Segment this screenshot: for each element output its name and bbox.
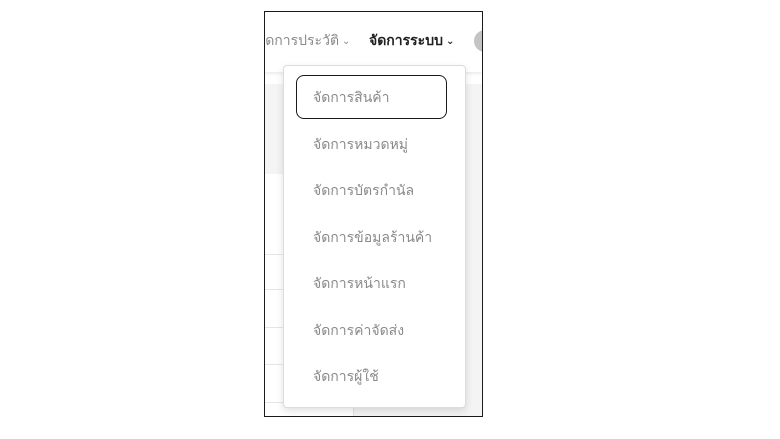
menu-item-label: จัดการบัตรกำนัล (313, 183, 415, 199)
nav-manage-history[interactable]: จัดการประวัติ ⌄ (264, 30, 351, 54)
menu-item-label: จัดการค่าจัดส่ง (313, 323, 405, 339)
nav-manage-history-label: จัดการประวัติ (264, 33, 340, 49)
top-navbar: จัดการประวัติ ⌄ จัดการระบบ ⌄ (265, 12, 482, 72)
menu-item-manage-shipping[interactable]: จัดการค่าจัดส่ง (296, 308, 447, 352)
menu-item-manage-vouchers[interactable]: จัดการบัตรกำนัล (296, 168, 447, 212)
menu-item-label: จัดการผู้ใช้ (313, 369, 379, 385)
menu-item-manage-users[interactable]: จัดการผู้ใช้ (296, 354, 447, 398)
menu-item-label: จัดการหน้าแรก (313, 276, 406, 292)
nav-manage-system[interactable]: จัดการระบบ ⌄ (369, 30, 454, 54)
menu-item-manage-homepage[interactable]: จัดการหน้าแรก (296, 261, 447, 305)
menu-item-label: จัดการสินค้า (313, 90, 390, 106)
system-dropdown-menu: จัดการสินค้า จัดการหมวดหมู่ จัดการบัตรกำ… (283, 65, 466, 408)
menu-item-manage-store-info[interactable]: จัดการข้อมูลร้านค้า (296, 215, 447, 259)
menu-item-manage-products[interactable]: จัดการสินค้า (296, 75, 447, 119)
chevron-down-icon: ⌄ (342, 36, 351, 47)
chevron-down-icon: ⌄ (445, 36, 455, 47)
menu-item-manage-categories[interactable]: จัดการหมวดหมู่ (296, 122, 447, 166)
menu-item-label: จัดการหมวดหมู่ (313, 137, 409, 153)
nav-manage-system-label: จัดการระบบ (369, 33, 443, 49)
menu-item-label: จัดการข้อมูลร้านค้า (313, 230, 433, 246)
avatar[interactable] (474, 30, 482, 52)
browser-viewport: จัดการประวัติ ⌄ จัดการระบบ ⌄ จัดการสินค้า … (264, 11, 483, 417)
